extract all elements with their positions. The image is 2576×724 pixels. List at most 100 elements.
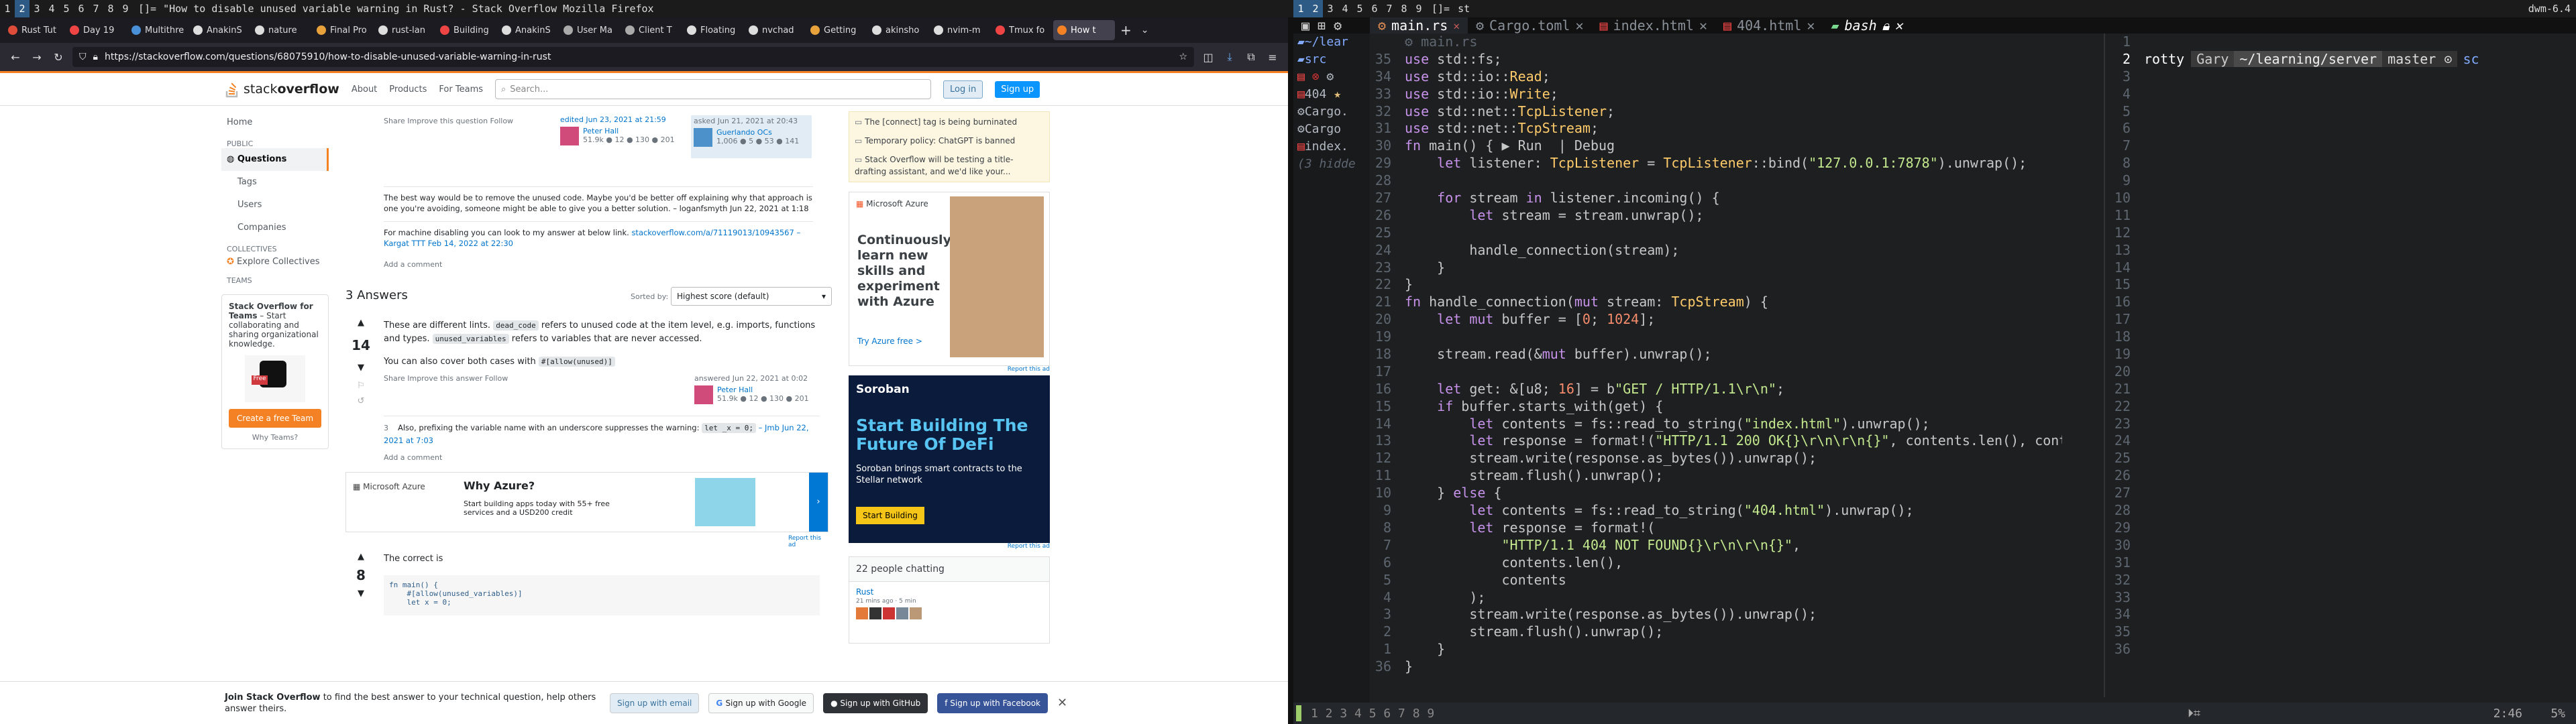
pocket-icon[interactable]: ◫	[1201, 50, 1216, 64]
tree-file[interactable]: ▤index.	[1293, 138, 1370, 156]
avatar[interactable]	[910, 607, 922, 619]
add-comment-link[interactable]: Add a comment	[384, 453, 442, 462]
nav-for-teams[interactable]: For Teams	[439, 84, 483, 95]
pane-divider[interactable]	[2104, 34, 2105, 697]
workspace-tag[interactable]: 7	[1382, 0, 1397, 17]
code-line[interactable]: 23 }	[1371, 259, 2062, 277]
browser-tab[interactable]: nvim-m	[930, 20, 991, 40]
workspace-tag[interactable]: 7	[89, 0, 103, 17]
nav-tags[interactable]: Tags	[221, 171, 329, 194]
soroban-sidebar-ad[interactable]: Soroban Start Building The Future Of DeF…	[849, 375, 1050, 543]
browser-tab[interactable]: Final Pro	[313, 20, 374, 40]
code-line[interactable]: 27 for stream in listener.incoming() {	[1371, 190, 2062, 207]
upvote-icon[interactable]: ▲	[347, 318, 374, 328]
nav-explore-collectives[interactable]: ✪ Explore Collectives	[221, 253, 329, 271]
tree-file[interactable]: ⚙Cargo	[1293, 121, 1370, 138]
azure-sidebar-ad[interactable]: ▦ Microsoft Azure Continuously learn new…	[849, 192, 1050, 366]
login-button[interactable]: Log in	[943, 80, 983, 99]
downvote-icon[interactable]: ▼	[347, 363, 374, 373]
code-line[interactable]: 34 use std::io::Read;	[1371, 68, 2062, 86]
buffer-tab-active[interactable]: ⚙ main.rs ✕	[1370, 17, 1468, 34]
code-line[interactable]: 25	[1371, 225, 2062, 242]
answer-actions[interactable]: Share Improve this answer Follow	[384, 374, 508, 383]
code-line[interactable]: 35 use std::fs;	[1371, 51, 2062, 68]
url-text[interactable]: https://stackoverflow.com/questions/6807…	[105, 52, 551, 62]
code-line[interactable]: 24 handle_connection(stream);	[1371, 242, 2062, 259]
avatar[interactable]	[560, 127, 579, 145]
code-line[interactable]: 32 use std::net::TcpListener;	[1371, 103, 2062, 121]
workspace-tag[interactable]: 6	[74, 0, 89, 17]
close-icon[interactable]: ✕	[1453, 19, 1460, 32]
downvote-icon[interactable]: ▼	[347, 589, 374, 599]
signup-email-button[interactable]: Sign up with email	[610, 692, 700, 713]
close-icon[interactable]: ✕	[1575, 17, 1583, 34]
browser-tab[interactable]: Rust Tut	[4, 20, 66, 40]
bookmark-star-icon[interactable]: ☆	[1179, 52, 1187, 62]
tree-file[interactable]: ▤404 ★	[1293, 86, 1370, 103]
report-ad-link[interactable]: Report this ad	[849, 543, 1050, 550]
workspace-tag[interactable]: 8	[103, 0, 118, 17]
question-actions[interactable]: Share Improve this question Follow	[384, 117, 513, 125]
browser-tab[interactable]: nature	[251, 20, 313, 40]
workspace-tag[interactable]: 6	[1367, 0, 1382, 17]
chevron-right-icon[interactable]: ›	[809, 473, 828, 532]
code-line[interactable]: 22}	[1371, 276, 2062, 294]
browser-tab[interactable]: akinsho	[868, 20, 930, 40]
code-line[interactable]: 2 stream.flush().unwrap();	[1371, 623, 2062, 641]
new-tab-icon[interactable]: +	[1120, 22, 1132, 38]
extensions-icon[interactable]: ⧉	[1244, 50, 1258, 64]
terminal-pane[interactable]: 1 2 rotty Gary ~/learning/server master …	[2106, 34, 2576, 697]
code-line[interactable]: 30 fn main() { ▶ Run | Debug	[1371, 137, 2062, 155]
nav-users[interactable]: Users	[221, 194, 329, 217]
browser-tab-active[interactable]: How t	[1053, 20, 1115, 40]
avatar[interactable]	[856, 607, 868, 619]
code-line[interactable]: 12 stream.write(response.as_bytes()).unw…	[1371, 450, 2062, 467]
tree-root[interactable]: ▰~/lear	[1293, 34, 1370, 51]
edited-date[interactable]: edited Jun 23, 2021 at 21:59	[560, 115, 681, 124]
close-icon[interactable]: ✕	[1699, 17, 1707, 34]
avatar[interactable]	[869, 607, 881, 619]
layout-indicator[interactable]: []=	[138, 3, 156, 15]
signup-google-button[interactable]: G Sign up with Google	[708, 692, 814, 713]
asker-name[interactable]: Guerlando OCs	[716, 128, 799, 137]
list-tabs-icon[interactable]: ⌄	[1141, 25, 1149, 36]
avatar[interactable]	[694, 385, 713, 404]
code-line[interactable]: 16 let get: &[u8; 16] = b"GET / HTTP/1.1…	[1371, 381, 2062, 398]
history-icon[interactable]: ↺	[347, 396, 374, 406]
tree-file[interactable]: ⚙Cargo.	[1293, 103, 1370, 121]
report-ad-link[interactable]: Report this ad	[788, 535, 825, 548]
close-icon[interactable]: ✕	[1057, 696, 1067, 710]
buffer-tab[interactable]: ▤ 404.html ✕	[1715, 17, 1823, 34]
sort-select[interactable]: Highest score (default) ▾	[671, 287, 832, 306]
bookmark-icon[interactable]: ⚐	[347, 381, 374, 391]
workspace-tag[interactable]: 5	[59, 0, 74, 17]
avatar[interactable]	[896, 607, 908, 619]
workspace-tag[interactable]: 8	[1397, 0, 1411, 17]
layout-indicator[interactable]: []=	[1432, 3, 1450, 15]
signup-github-button[interactable]: ● Sign up with GitHub	[823, 692, 928, 713]
workspace-tag[interactable]: 9	[1411, 0, 1426, 17]
code-line[interactable]: 14 let contents = fs::read_to_string("in…	[1371, 416, 2062, 433]
chat-room[interactable]: Rust	[849, 582, 1049, 597]
workspace-tag[interactable]: 4	[1338, 0, 1352, 17]
browser-tab[interactable]: rust-lan	[374, 20, 436, 40]
tree-folder[interactable]: ▰src	[1293, 51, 1370, 68]
shield-icon[interactable]: ⛉	[79, 52, 87, 62]
workspace-tag-active[interactable]: 2	[15, 0, 30, 17]
browser-tab[interactable]: AnakinS	[189, 20, 251, 40]
ad-cta[interactable]: Start Building	[856, 507, 924, 524]
forward-icon[interactable]: →	[30, 50, 44, 64]
workspace-tag[interactable]: 4	[44, 0, 59, 17]
buffer-tab[interactable]: ⚙ Cargo.toml ✕	[1468, 17, 1592, 34]
download-icon[interactable]: ⤓	[1222, 50, 1237, 64]
code-line[interactable]: 11 stream.flush().unwrap();	[1371, 467, 2062, 485]
workspace-tag-active[interactable]: 2	[1308, 0, 1323, 17]
upvote-icon[interactable]: ▲	[347, 552, 374, 562]
report-ad-link[interactable]: Report this ad	[849, 366, 1050, 373]
answerer-name[interactable]: Peter Hall	[717, 385, 809, 394]
reload-icon[interactable]: ↻	[51, 50, 66, 64]
ad-cta[interactable]: Try Azure free >	[857, 337, 922, 346]
stackoverflow-logo[interactable]: stackoverflow	[225, 80, 339, 98]
browser-tab[interactable]: Client T	[621, 20, 683, 40]
code-line[interactable]: 5 contents	[1371, 572, 2062, 589]
